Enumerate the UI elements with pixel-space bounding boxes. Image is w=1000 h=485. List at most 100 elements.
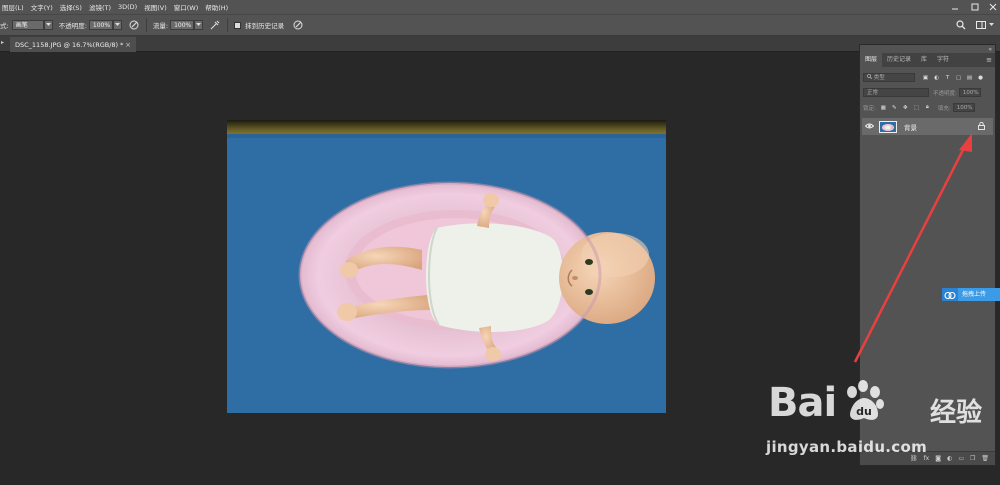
- lock-transparency-icon[interactable]: ▦: [879, 103, 888, 112]
- workspace-dropdown[interactable]: [987, 20, 996, 30]
- lock-position-icon[interactable]: ✥: [901, 103, 910, 112]
- menu-select[interactable]: 选择(S): [60, 2, 82, 12]
- watermark-url: jingyan.baidu.com: [766, 438, 928, 456]
- opacity-pressure-button[interactable]: [128, 19, 140, 31]
- mode-dropdown[interactable]: [43, 20, 53, 30]
- drag-upload-label: 拖拽上传: [958, 288, 1000, 301]
- opacity-input[interactable]: 100%: [88, 20, 113, 30]
- document-tab-title: DSC_1158.JPG @ 16.7%(RGB/8) *: [15, 40, 124, 49]
- divider: [227, 18, 229, 32]
- layer-thumbnail-image: [880, 121, 896, 132]
- menu-view[interactable]: 视图(V): [144, 2, 167, 12]
- document-image[interactable]: [227, 120, 666, 413]
- menu-help[interactable]: 帮助(H): [205, 2, 228, 12]
- chevron-down-icon: [114, 23, 120, 26]
- divider: [145, 18, 147, 32]
- flow-label: 流量:: [152, 22, 169, 30]
- blend-mode-select[interactable]: 正常: [863, 88, 929, 97]
- filter-toggle-icon[interactable]: ●: [976, 73, 985, 82]
- flow-dropdown[interactable]: [194, 20, 204, 30]
- blend-row: 正常 不透明度: 100%: [863, 87, 993, 98]
- menu-filter[interactable]: 滤镜(T): [89, 2, 111, 12]
- mode-select[interactable]: 画笔: [11, 20, 44, 30]
- menu-3d[interactable]: 3D(D): [118, 3, 137, 11]
- layer-row-background[interactable]: 背景: [862, 118, 993, 135]
- document-tab-close-icon[interactable]: ×: [125, 41, 131, 49]
- photo-doll-in-nest: [227, 120, 666, 413]
- tab-library[interactable]: 库: [916, 53, 932, 67]
- layer-lock-icon[interactable]: [978, 121, 985, 132]
- lock-all-icon[interactable]: 🔒︎: [923, 103, 932, 112]
- layer-filter-select[interactable]: 类型: [863, 73, 915, 82]
- erase-history-checkbox[interactable]: [234, 21, 242, 29]
- menu-items: 图层(L) 文字(Y) 选择(S) 滤镜(T) 3D(D) 视图(V) 窗口(W…: [0, 0, 235, 14]
- layer-opacity-input[interactable]: 100%: [958, 88, 981, 97]
- filter-text-icon[interactable]: T: [943, 73, 952, 82]
- workspace-button[interactable]: [975, 19, 987, 31]
- airbrush-button[interactable]: [209, 19, 221, 31]
- chevron-down-icon: [45, 23, 51, 26]
- menu-layer[interactable]: 图层(L): [2, 2, 24, 12]
- baidu-jingyan-watermark: Bai du 经验 jingyan.baidu.com: [760, 376, 1000, 461]
- workspace-icon: [976, 21, 986, 29]
- mode-label: 式:: [0, 22, 9, 30]
- chevron-down-icon: [196, 23, 202, 26]
- menu-window[interactable]: 窗口(W): [174, 2, 199, 12]
- size-pressure-button[interactable]: [292, 19, 304, 31]
- document-tab-bar: ▸ DSC_1158.JPG @ 16.7%(RGB/8) * ×: [0, 36, 1000, 52]
- filter-shape-icon[interactable]: ▢: [954, 73, 963, 82]
- drag-upload-widget[interactable]: 拖拽上传: [942, 288, 1000, 301]
- pressure-pen-icon: [293, 20, 303, 30]
- tab-layers[interactable]: 图层: [860, 53, 883, 67]
- panel-menu-icon[interactable]: ≡: [983, 53, 995, 67]
- layer-filter-row: 类型 ▣ ◐ T ▢ ▤ ●: [863, 72, 993, 83]
- layer-filter-label: 类型: [873, 75, 885, 81]
- layer-thumbnail: [879, 120, 897, 133]
- fill-input[interactable]: 100%: [952, 103, 975, 112]
- chevron-down-icon: [989, 23, 994, 26]
- opacity-dropdown[interactable]: [112, 20, 122, 30]
- filter-smart-icon[interactable]: ▤: [965, 73, 974, 82]
- maximize-button[interactable]: [966, 0, 984, 14]
- tab-scroll-icon[interactable]: ▸: [1, 39, 4, 46]
- baidu-paw-icon: du: [847, 380, 884, 420]
- menu-type[interactable]: 文字(Y): [31, 2, 53, 12]
- lock-pixels-icon[interactable]: ✎: [890, 103, 899, 112]
- filter-adjust-icon[interactable]: ◐: [932, 73, 941, 82]
- erase-history-label: 抹到历史记录: [245, 22, 285, 30]
- watermark-jingyan-text: 经验: [930, 398, 983, 428]
- cloud-icon: [942, 288, 958, 301]
- svg-text:du: du: [856, 405, 872, 418]
- lock-artboard-icon[interactable]: ⬚: [912, 103, 921, 112]
- tab-character[interactable]: 字符: [932, 53, 954, 67]
- search-icon: [956, 20, 966, 30]
- search-button[interactable]: [955, 19, 967, 31]
- close-window-button[interactable]: [984, 0, 1000, 14]
- options-bar: 式: 画笔 不透明度: 100% 流量: 100% 抹到历史记录: [0, 14, 1000, 36]
- cloud-shape: [944, 291, 956, 299]
- tab-history[interactable]: 历史记录: [882, 53, 916, 67]
- close-icon: [989, 3, 997, 11]
- layer-opacity-label: 不透明度:: [933, 90, 957, 97]
- flow-input[interactable]: 100%: [170, 20, 195, 30]
- search-icon: [866, 73, 873, 80]
- opacity-label: 不透明度:: [58, 22, 87, 30]
- filter-pixel-icon[interactable]: ▣: [921, 73, 930, 82]
- watermark-bai-text: Bai: [768, 380, 837, 426]
- minimize-button[interactable]: [946, 0, 964, 14]
- pressure-pen-icon: [129, 20, 139, 30]
- lock-icon: [978, 121, 985, 130]
- airbrush-icon: [210, 20, 220, 30]
- restore-icon: [971, 3, 979, 11]
- layer-visibility-toggle[interactable]: [862, 123, 876, 131]
- eye-icon: [864, 123, 874, 128]
- fill-label: 填充:: [937, 105, 951, 112]
- panel-tabs: 图层 历史记录 库 字符 ≡: [860, 53, 995, 67]
- minimize-icon: [952, 8, 958, 10]
- menu-bar: 图层(L) 文字(Y) 选择(S) 滤镜(T) 3D(D) 视图(V) 窗口(W…: [0, 0, 1000, 14]
- lock-row: 锁定: ▦ ✎ ✥ ⬚ 🔒︎ 填充: 100%: [863, 102, 993, 113]
- panel-collapse-icon[interactable]: «: [988, 46, 992, 53]
- lock-label: 锁定:: [863, 105, 876, 112]
- document-tab[interactable]: DSC_1158.JPG @ 16.7%(RGB/8) * ×: [10, 37, 136, 52]
- layer-name[interactable]: 背景: [904, 122, 917, 132]
